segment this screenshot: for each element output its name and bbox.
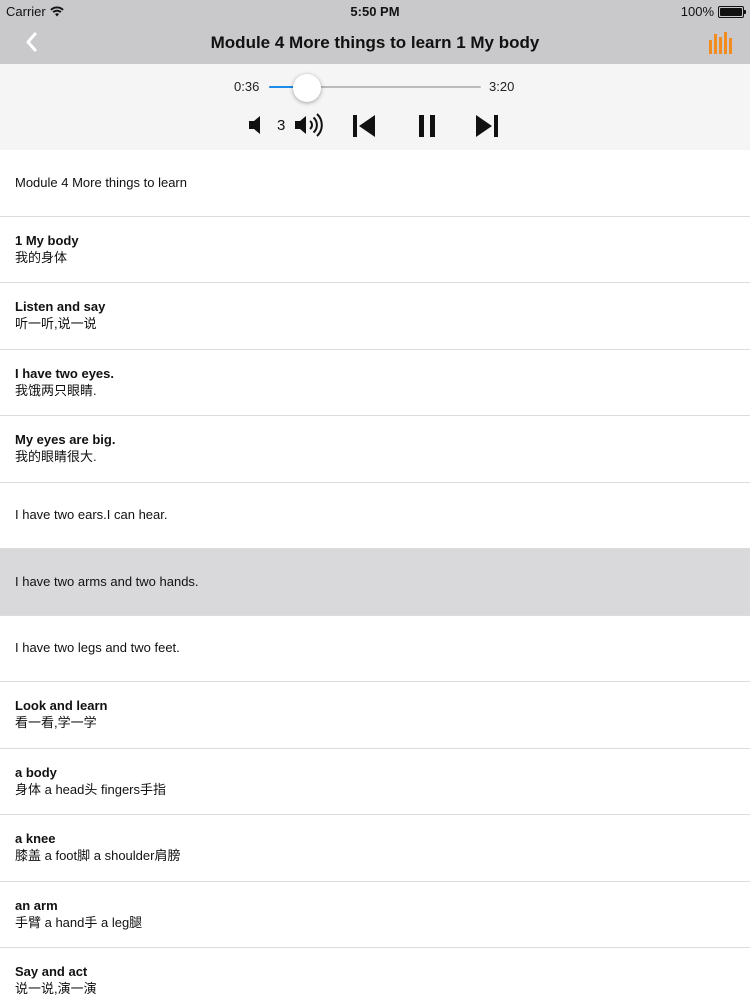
list-item-chinese: 身体 a head头 fingers手指 xyxy=(15,781,167,797)
list-item-english: Say and act xyxy=(15,964,88,980)
slider-thumb[interactable] xyxy=(293,74,322,102)
progress-slider[interactable] xyxy=(269,74,481,102)
list-item[interactable]: an arm 手臂 a hand手 a leg腿 xyxy=(0,882,750,948)
list-item-english: I have two ears.I can hear. xyxy=(15,507,168,523)
audio-player: 0:36 3:20 3 xyxy=(0,64,750,150)
lesson-list: Module 4 More things to learn 1 My body 我的… xyxy=(0,150,750,1000)
list-item[interactable]: 1 My body 我的身体 xyxy=(0,217,750,283)
list-item-english: an arm xyxy=(15,897,58,913)
list-item-english: Listen and say xyxy=(15,299,106,315)
list-item[interactable]: I have two eyes. 我饿两只眼睛. xyxy=(0,350,750,416)
volume-level: 3 xyxy=(277,117,286,134)
status-time: 5:50 PM xyxy=(350,4,400,19)
list-item-english: 1 My body xyxy=(15,232,79,248)
battery-fill xyxy=(720,7,742,16)
current-time: 0:36 xyxy=(234,79,260,94)
list-item-chinese: 手臂 a hand手 a leg腿 xyxy=(15,914,143,930)
list-item[interactable]: I have two ears.I can hear. xyxy=(0,483,750,549)
list-item[interactable]: Module 4 More things to learn xyxy=(0,150,750,217)
list-item-english: I have two arms and two hands. xyxy=(15,573,199,589)
list-item-english: Look and learn xyxy=(15,698,108,714)
list-item[interactable]: Say and act 说一说,演一演 xyxy=(0,948,750,1000)
list-item-english: I have two legs and two feet. xyxy=(15,640,180,656)
battery-group: 100% xyxy=(680,4,746,19)
list-item[interactable]: My eyes are big. 我的眼睛很大. xyxy=(0,416,750,483)
list-item-chinese: 听一听,说一说 xyxy=(15,316,97,332)
list-item[interactable]: I have two arms and two hands. xyxy=(0,549,750,616)
total-time: 3:20 xyxy=(489,79,515,94)
next-track-icon[interactable] xyxy=(474,113,500,139)
battery-percent: 100% xyxy=(680,4,714,19)
pause-icon[interactable] xyxy=(416,113,438,139)
list-item[interactable]: Look and learn 看一看,学一学 xyxy=(0,682,750,749)
list-item-english: My eyes are big. xyxy=(15,432,116,448)
list-item-chinese: 看一看,学一学 xyxy=(15,715,97,731)
status-bar: Carrier 5:50 PM 100% xyxy=(0,0,750,22)
equalizer-icon[interactable] xyxy=(708,31,732,55)
list-item[interactable]: a knee 膝盖 a foot脚 a shoulder肩膀 xyxy=(0,815,750,882)
list-item-chinese: 我的眼睛很大. xyxy=(15,449,97,465)
volume-down-icon[interactable] xyxy=(247,114,265,136)
list-item[interactable]: Listen and say 听一听,说一说 xyxy=(0,283,750,350)
previous-track-icon[interactable] xyxy=(351,113,377,139)
list-item-english: a body xyxy=(15,764,57,780)
nav-bar: Module 4 More things to learn 1 My body xyxy=(0,22,750,64)
list-item[interactable]: I have two legs and two feet. xyxy=(0,616,750,682)
list-item-english: Module 4 More things to learn xyxy=(15,174,187,190)
list-item-chinese: 膝盖 a foot脚 a shoulder肩膀 xyxy=(15,848,181,864)
battery-icon xyxy=(718,5,746,18)
list-item-chinese: 我的身体 xyxy=(15,249,68,265)
volume-up-icon[interactable] xyxy=(294,112,326,138)
list-item-chinese: 我饿两只眼睛. xyxy=(15,382,97,398)
list-item-english: a knee xyxy=(15,831,56,847)
list-item-english: I have two eyes. xyxy=(15,365,114,381)
list-item[interactable]: a body 身体 a head头 fingers手指 xyxy=(0,749,750,815)
page-title: Module 4 More things to learn 1 My body xyxy=(210,33,540,52)
list-item-chinese: 说一说,演一演 xyxy=(15,981,97,997)
